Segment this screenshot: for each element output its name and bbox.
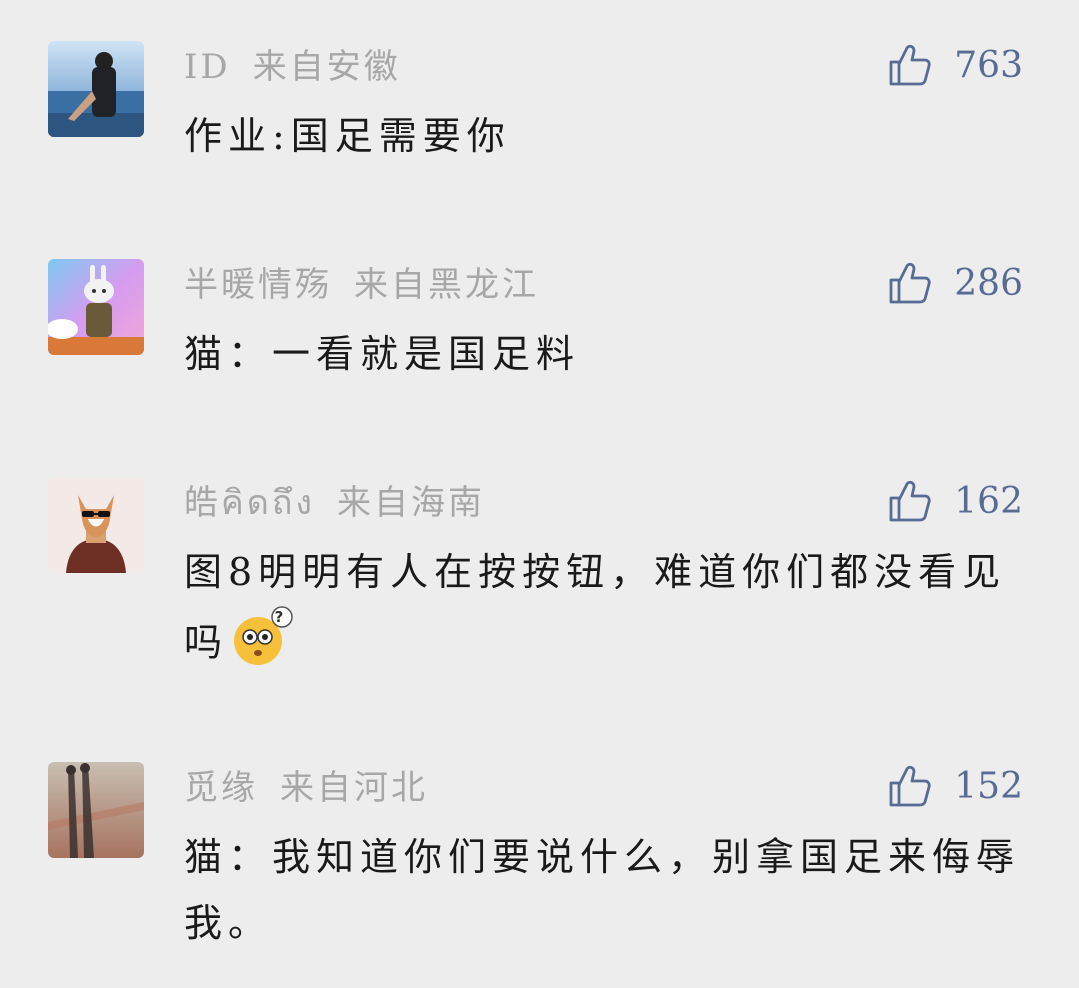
comment-body: 图8明明有人在按按钮，难道你们都没看见吗 (184, 550, 1007, 665)
comment-body: 猫：我知道你们要说什么，别拿国足来侮辱我。 (184, 835, 1021, 945)
username[interactable]: 半暖情殇 (184, 265, 332, 305)
comment-text: 猫：一看就是国足料 (184, 321, 1034, 387)
thumbs-up-icon (889, 480, 931, 522)
avatar[interactable] (48, 477, 144, 573)
thumbs-up-icon (889, 44, 931, 86)
thumbs-up-icon (889, 765, 931, 807)
comment-meta: 觅缘 来自河北 (184, 768, 428, 808)
like-button[interactable]: 162 (888, 479, 1023, 523)
comment-text: 作业:国足需要你 (184, 103, 1034, 169)
username[interactable]: 觅缘 (184, 768, 258, 808)
username[interactable]: ID (184, 47, 231, 87)
avatar[interactable] (48, 762, 144, 858)
like-button[interactable]: 286 (888, 261, 1023, 305)
avatar[interactable] (48, 41, 144, 137)
username[interactable]: 皓คิดถึง (184, 483, 315, 523)
like-button[interactable]: 763 (888, 43, 1023, 87)
like-count: 763 (954, 44, 1023, 86)
location-label: 来自安徽 (252, 47, 401, 87)
location-label: 来自河北 (280, 768, 428, 808)
location-label: 来自海南 (337, 483, 486, 523)
avatar[interactable] (48, 259, 144, 355)
comment-meta: 半暖情殇 来自黑龙江 (184, 265, 539, 305)
like-count: 162 (954, 480, 1023, 522)
thumbs-up-icon (889, 262, 931, 304)
comment-meta: ID 来自安徽 (184, 47, 401, 87)
comment-meta: 皓คิดถึง 来自海南 (184, 483, 485, 523)
flushed-question-emoji-icon: ? (230, 605, 296, 687)
svg-text:?: ? (275, 608, 290, 626)
comment-body: 作业:国足需要你 (184, 114, 511, 158)
like-count: 152 (954, 765, 1023, 807)
location-label: 来自黑龙江 (354, 265, 539, 305)
comment-text: 图8明明有人在按按钮，难道你们都没看见吗 ? (184, 539, 1034, 687)
comment-body: 猫：一看就是国足料 (184, 332, 581, 376)
like-count: 286 (954, 262, 1023, 304)
like-button[interactable]: 152 (888, 764, 1023, 808)
comment-text: 猫：我知道你们要说什么，别拿国足来侮辱我。 (184, 824, 1034, 956)
